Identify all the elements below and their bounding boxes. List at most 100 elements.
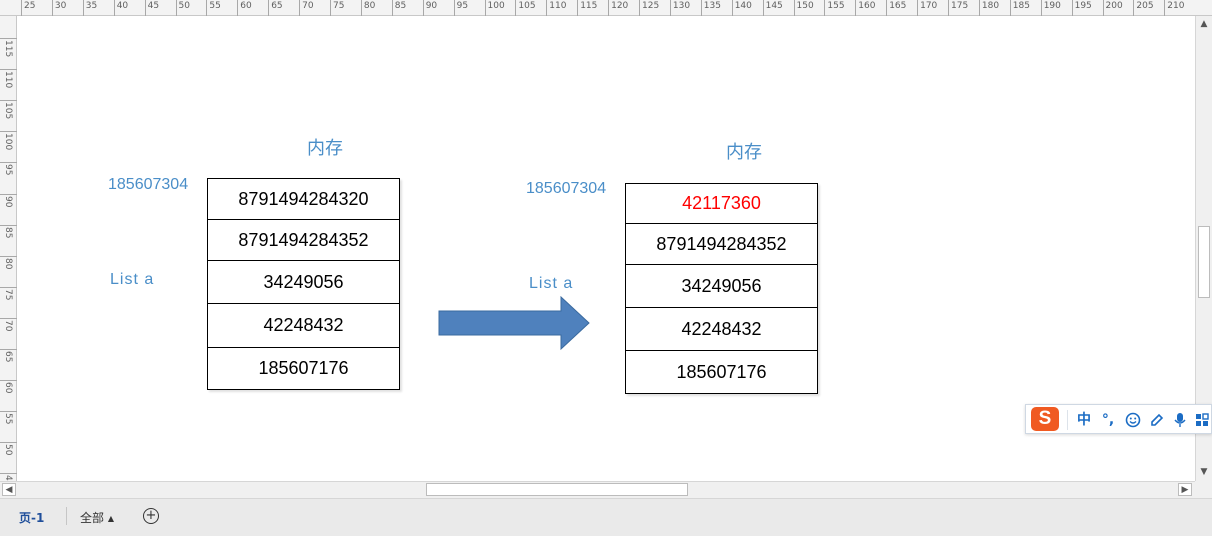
- ruler-label: 170: [920, 1, 938, 11]
- memory-table-left[interactable]: 8791494284320 8791494284352 34249056 422…: [207, 178, 400, 390]
- ruler-label: 95: [3, 164, 13, 176]
- ruler-tick: [422, 0, 424, 16]
- ime-toolbar[interactable]: S 中 °,: [1025, 404, 1212, 434]
- ruler-label: 165: [889, 1, 907, 11]
- ruler-tick: [391, 0, 393, 16]
- ruler-label: 45: [147, 1, 160, 11]
- memory-table-right[interactable]: 42117360 8791494284352 34249056 42248432…: [625, 183, 818, 394]
- ruler-tick: [113, 0, 115, 16]
- top-ruler: 25 30 35 40 45 50 55 60 65 70 75 80 85 90 95 100 105 110 1…: [0, 0, 1212, 16]
- pen-icon[interactable]: [1147, 410, 1167, 430]
- ruler-tick: [1040, 0, 1042, 16]
- page-tab-bar: 页-1 全部 ▲ +: [0, 498, 1212, 536]
- ime-punctuation-toggle[interactable]: °,: [1099, 410, 1117, 430]
- ruler-tick: [1164, 0, 1166, 16]
- memory-cell[interactable]: 8791494284352: [626, 224, 817, 265]
- ruler-tick: [793, 0, 795, 16]
- ruler-label: 95: [456, 1, 469, 11]
- ruler-tick: [1071, 0, 1073, 16]
- ruler-label: 25: [24, 1, 36, 11]
- ruler-tick: [1009, 0, 1011, 16]
- ruler-label: 70: [3, 319, 13, 332]
- ruler-label: 205: [1136, 1, 1154, 11]
- ruler-tick: [21, 0, 22, 16]
- ruler-label: 200: [1105, 1, 1123, 11]
- scroll-right-icon[interactable]: ▶: [1178, 483, 1192, 496]
- ruler-label: 50: [3, 444, 13, 456]
- sogou-logo-icon[interactable]: S: [1031, 407, 1059, 431]
- all-pages-dropdown[interactable]: 全部 ▲: [80, 509, 114, 526]
- ruler-tick: [299, 0, 301, 16]
- right-arrow-shape[interactable]: [437, 296, 593, 354]
- drawing-canvas[interactable]: 内存 185607304 List a 8791494284320 879149…: [17, 16, 1195, 481]
- ruler-label: 60: [240, 1, 252, 11]
- grid-icon[interactable]: [1193, 410, 1211, 430]
- ruler-tick: [917, 0, 919, 16]
- page-tab[interactable]: 页-1: [19, 509, 44, 526]
- ruler-tick: [453, 0, 455, 16]
- left-ruler: 1151101051009590858075706560555045: [0, 16, 17, 487]
- add-circle-icon[interactable]: +: [143, 508, 159, 524]
- ruler-label: 105: [3, 102, 13, 120]
- ruler-label: 65: [271, 1, 283, 11]
- ruler-label: 145: [765, 1, 783, 11]
- ruler-label: 35: [85, 1, 98, 11]
- ruler-tick: [824, 0, 826, 16]
- ruler-label: 65: [3, 351, 13, 363]
- ruler-label: 115: [580, 1, 598, 11]
- memory-cell[interactable]: 34249056: [626, 265, 817, 308]
- memory-cell[interactable]: 42248432: [626, 308, 817, 351]
- ruler-label: 210: [1167, 1, 1185, 11]
- ruler-tick: [330, 0, 331, 16]
- ruler-label: 75: [3, 288, 13, 301]
- ruler-tick: [0, 349, 17, 350]
- ime-mode-toggle[interactable]: 中: [1075, 410, 1093, 430]
- vertical-scroll-thumb[interactable]: [1198, 226, 1210, 298]
- horizontal-scroll-thumb[interactable]: [426, 483, 688, 496]
- ruler-label: 105: [518, 1, 536, 11]
- memory-cell[interactable]: 185607176: [208, 348, 399, 389]
- ruler-tick: [1133, 0, 1135, 16]
- ruler-label: 140: [734, 1, 752, 11]
- ruler-label: 55: [3, 413, 13, 425]
- ruler-tick: [206, 0, 208, 16]
- memory-cell[interactable]: 8791494284320: [208, 179, 399, 220]
- memory-cell[interactable]: 8791494284352: [208, 220, 399, 261]
- ruler-label: 195: [1074, 1, 1092, 11]
- ruler-label: 150: [796, 1, 814, 11]
- microphone-icon[interactable]: [1171, 410, 1189, 430]
- scroll-left-icon[interactable]: ◀: [2, 483, 16, 496]
- ruler-tick: [546, 0, 548, 16]
- ruler-label: 80: [363, 1, 376, 11]
- address-label-left: 185607304: [108, 176, 189, 193]
- ruler-label: 160: [858, 1, 876, 11]
- scroll-up-icon[interactable]: ▲: [1196, 16, 1212, 32]
- ruler-label: 100: [487, 1, 505, 11]
- memory-cell[interactable]: 34249056: [208, 261, 399, 304]
- memory-cell-highlighted[interactable]: 42117360: [626, 184, 817, 224]
- ruler-tick: [268, 0, 270, 16]
- ruler-tick: [948, 0, 949, 16]
- ruler-label: 135: [703, 1, 721, 11]
- memory-cell[interactable]: 185607176: [626, 351, 817, 393]
- ruler-label: 60: [3, 382, 13, 394]
- ruler-label: 100: [3, 133, 13, 151]
- ruler-tick: [360, 0, 362, 16]
- address-label-right: 185607304: [526, 180, 607, 197]
- ruler-tick: [886, 0, 888, 16]
- ruler-label: 50: [178, 1, 190, 11]
- scroll-down-icon[interactable]: ▼: [1196, 464, 1212, 480]
- ime-divider: [1067, 410, 1068, 430]
- smiley-icon[interactable]: [1123, 410, 1143, 430]
- ruler-label: 70: [302, 1, 314, 11]
- ruler-tick: [0, 224, 17, 226]
- ruler-tick: [0, 38, 17, 39]
- ruler-label: 130: [672, 1, 691, 11]
- horizontal-scrollbar[interactable]: ◀ ▶: [0, 481, 1195, 498]
- ruler-label: 190: [1043, 1, 1061, 11]
- ruler-label: 30: [54, 1, 67, 11]
- ruler-tick: [1102, 0, 1104, 16]
- ruler-label: 85: [394, 1, 407, 11]
- ruler-tick: [639, 0, 640, 16]
- memory-cell[interactable]: 42248432: [208, 304, 399, 348]
